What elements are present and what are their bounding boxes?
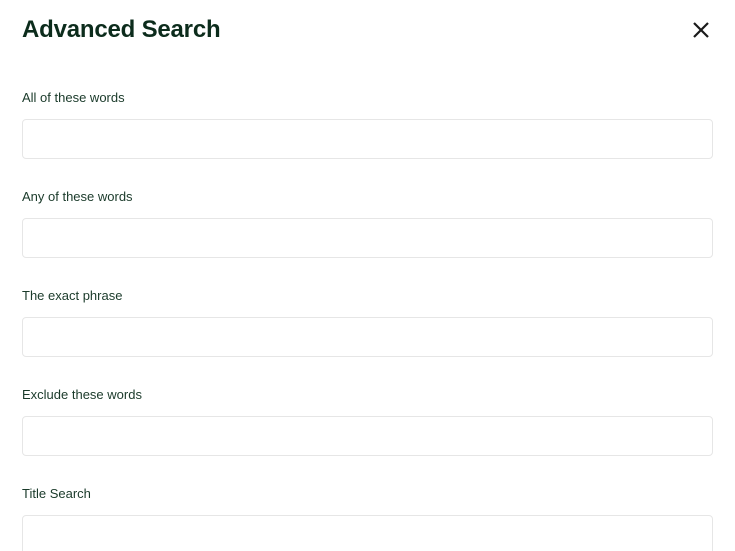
any-words-input[interactable] xyxy=(22,218,713,258)
field-exclude-words: Exclude these words xyxy=(22,387,713,456)
field-all-words: All of these words xyxy=(22,90,713,159)
all-words-input[interactable] xyxy=(22,119,713,159)
title-search-input[interactable] xyxy=(22,515,713,551)
field-label-title-search: Title Search xyxy=(22,486,713,501)
exact-phrase-input[interactable] xyxy=(22,317,713,357)
close-button[interactable] xyxy=(689,18,713,42)
field-title-search: Title Search xyxy=(22,486,713,551)
field-label-exact-phrase: The exact phrase xyxy=(22,288,713,303)
exclude-words-input[interactable] xyxy=(22,416,713,456)
field-exact-phrase: The exact phrase xyxy=(22,288,713,357)
field-label-all-words: All of these words xyxy=(22,90,713,105)
header: Advanced Search xyxy=(22,16,713,44)
page-title: Advanced Search xyxy=(22,16,220,44)
close-icon xyxy=(692,21,710,39)
field-label-exclude-words: Exclude these words xyxy=(22,387,713,402)
field-label-any-words: Any of these words xyxy=(22,189,713,204)
advanced-search-panel: Advanced Search All of these words Any o… xyxy=(0,0,735,551)
field-any-words: Any of these words xyxy=(22,189,713,258)
